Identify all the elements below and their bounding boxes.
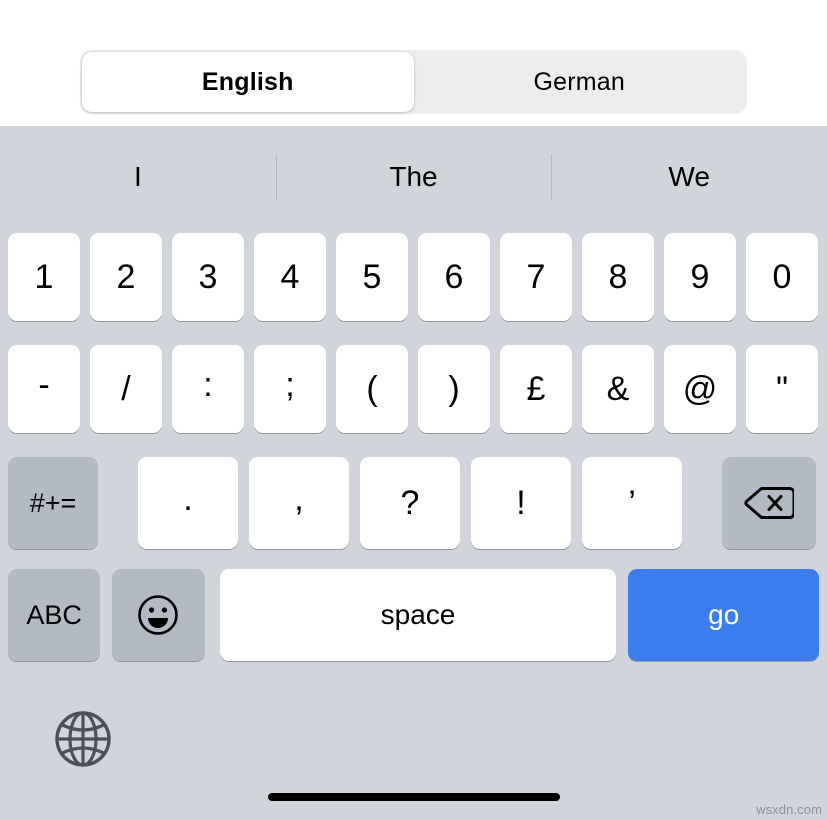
watermark: wsxdn.com	[756, 802, 822, 817]
key-label: go	[708, 599, 740, 630]
delete-left-icon	[744, 485, 794, 521]
key-colon[interactable]: :	[172, 345, 244, 433]
key-4[interactable]: 4	[254, 233, 326, 321]
key-label: ,	[294, 480, 304, 518]
key-label: 8	[608, 258, 628, 296]
key-space[interactable]: space	[219, 569, 617, 661]
key-label: 6	[444, 258, 464, 296]
key-return-go[interactable]: go	[628, 569, 819, 661]
key-label: "	[775, 370, 789, 408]
key-question-mark[interactable]: ?	[360, 457, 460, 549]
key-label: ’	[628, 484, 636, 522]
key-9[interactable]: 9	[664, 233, 736, 321]
suggestion-label: I	[133, 161, 142, 192]
key-label: 0	[772, 258, 792, 296]
language-segmented-control[interactable]: English German	[80, 50, 747, 114]
suggestion-item-3[interactable]: We	[551, 126, 827, 228]
key-label: ;	[285, 366, 295, 404]
key-label: !	[516, 484, 526, 522]
key-slash[interactable]: /	[90, 345, 162, 433]
key-label: :	[203, 366, 213, 404]
top-bar: English German	[0, 0, 827, 126]
key-row-bottom: ABC space go	[0, 569, 827, 661]
segment-english[interactable]: English	[82, 52, 414, 112]
key-comma[interactable]: ,	[249, 457, 349, 549]
key-label: -	[38, 366, 50, 404]
key-label: space	[380, 599, 456, 630]
key-label: (	[366, 370, 378, 408]
key-double-quote[interactable]: "	[746, 345, 818, 433]
key-label: 5	[362, 258, 382, 296]
row-spacer-right	[693, 457, 722, 549]
key-label: 3	[198, 258, 218, 296]
key-label: /	[121, 370, 131, 408]
key-label: )	[448, 370, 460, 408]
key-pound-sterling[interactable]: £	[500, 345, 572, 433]
key-hyphen[interactable]: -	[8, 345, 80, 433]
key-3[interactable]: 3	[172, 233, 244, 321]
key-label: 9	[690, 258, 710, 296]
key-label: &	[606, 370, 630, 408]
key-ampersand[interactable]: &	[582, 345, 654, 433]
suggestion-item-1[interactable]: I	[0, 126, 276, 228]
key-paren-open[interactable]: (	[336, 345, 408, 433]
key-exclamation-mark[interactable]: !	[471, 457, 571, 549]
suggestion-label: The	[389, 161, 438, 192]
key-period[interactable]: .	[138, 457, 238, 549]
ios-keyboard: I The We 1 2 3 4 5 6 7 8 9 0 - / : ; ()…	[0, 126, 827, 819]
suggestion-label: We	[668, 161, 710, 192]
key-label: #+=	[29, 487, 77, 518]
key-0[interactable]: 0	[746, 233, 818, 321]
key-row-symbols: - / : ; ( ) £ & @ "	[0, 345, 827, 433]
segment-english-label: English	[201, 67, 294, 96]
key-at-sign[interactable]: @	[664, 345, 736, 433]
key-label: .	[183, 480, 193, 518]
key-symbol-switch[interactable]: #+=	[8, 457, 98, 549]
key-label: @	[682, 370, 718, 408]
segment-german[interactable]: German	[414, 52, 746, 112]
key-label: ABC	[26, 599, 82, 630]
suggestion-item-2[interactable]: The	[275, 126, 552, 228]
keyboard-screen: English German I The We 1 2 3 4 5 6 7 8 …	[0, 0, 827, 819]
key-globe-language[interactable]	[52, 708, 114, 770]
key-label: 7	[526, 258, 546, 296]
key-5[interactable]: 5	[336, 233, 408, 321]
key-apostrophe[interactable]: ’	[582, 457, 682, 549]
key-semicolon[interactable]: ;	[254, 345, 326, 433]
key-6[interactable]: 6	[418, 233, 490, 321]
key-alphabet-switch[interactable]: ABC	[8, 569, 101, 661]
key-label: 2	[116, 258, 136, 296]
predictive-suggestion-bar: I The We	[0, 126, 827, 228]
row-spacer-left	[98, 457, 138, 549]
key-paren-close[interactable]: )	[418, 345, 490, 433]
key-row-punctuation: #+= . , ? ! ’	[0, 457, 827, 549]
globe-icon	[54, 710, 112, 768]
key-row-numbers: 1 2 3 4 5 6 7 8 9 0	[0, 233, 827, 321]
key-1[interactable]: 1	[8, 233, 80, 321]
key-label: £	[526, 370, 546, 408]
key-backspace[interactable]	[722, 457, 816, 549]
key-7[interactable]: 7	[500, 233, 572, 321]
key-emoji[interactable]	[112, 569, 205, 661]
key-label: ?	[400, 484, 420, 522]
key-8[interactable]: 8	[582, 233, 654, 321]
key-label: 4	[280, 258, 300, 296]
segment-german-label: German	[533, 67, 625, 96]
smiley-face-icon	[137, 594, 179, 636]
home-indicator[interactable]	[268, 793, 560, 801]
key-2[interactable]: 2	[90, 233, 162, 321]
key-label: 1	[34, 258, 54, 296]
